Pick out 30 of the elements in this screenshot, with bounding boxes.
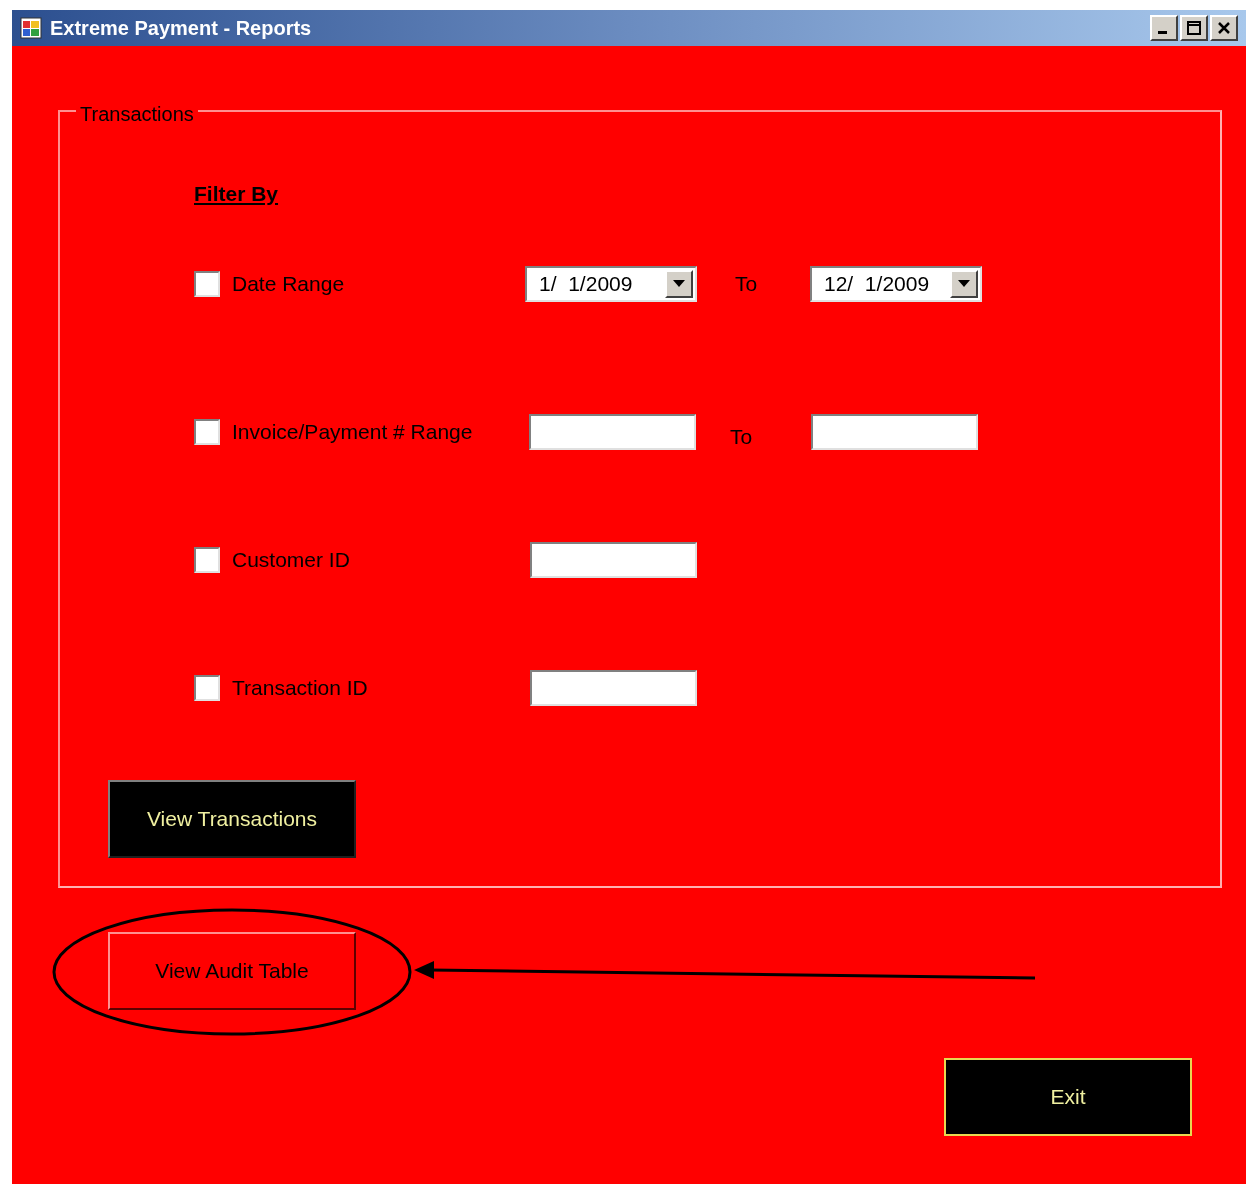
minimize-button[interactable] [1150,15,1178,41]
close-button[interactable] [1210,15,1238,41]
checkbox[interactable] [194,674,220,701]
checkbox[interactable] [194,546,220,573]
dropdown-icon[interactable] [665,269,693,298]
date-picker[interactable]: 1/ 1/2009 [525,265,697,302]
checkbox[interactable] [194,270,220,297]
view-audit-table-button[interactable]: View Audit Table [108,932,356,1010]
exit-button[interactable]: Exit [944,1058,1192,1136]
to-label: To [730,423,754,450]
filter-label: Transaction ID [232,674,368,701]
checkbox[interactable] [194,418,220,445]
to-label: To [735,270,759,297]
filter-label: Customer ID [232,546,350,573]
close-icon [1218,22,1230,34]
text-field[interactable] [530,541,697,578]
maximize-button[interactable] [1180,15,1208,41]
minimize-icon [1158,31,1167,34]
text-field[interactable] [530,669,697,706]
filter-heading: Filter By [194,181,280,207]
text-field[interactable] [529,413,696,450]
app-icon [20,17,42,39]
filter-label: Invoice/Payment # Range [232,418,473,445]
window-title: Extreme Payment - Reports [50,16,312,41]
date-picker[interactable]: 12/ 1/2009 [810,265,982,302]
text-field[interactable] [811,413,978,450]
dropdown-icon[interactable] [950,269,978,298]
filter-label: Date Range [232,270,345,297]
view-transactions-button[interactable]: View Transactions [108,779,356,858]
maximize-icon [1187,21,1201,35]
